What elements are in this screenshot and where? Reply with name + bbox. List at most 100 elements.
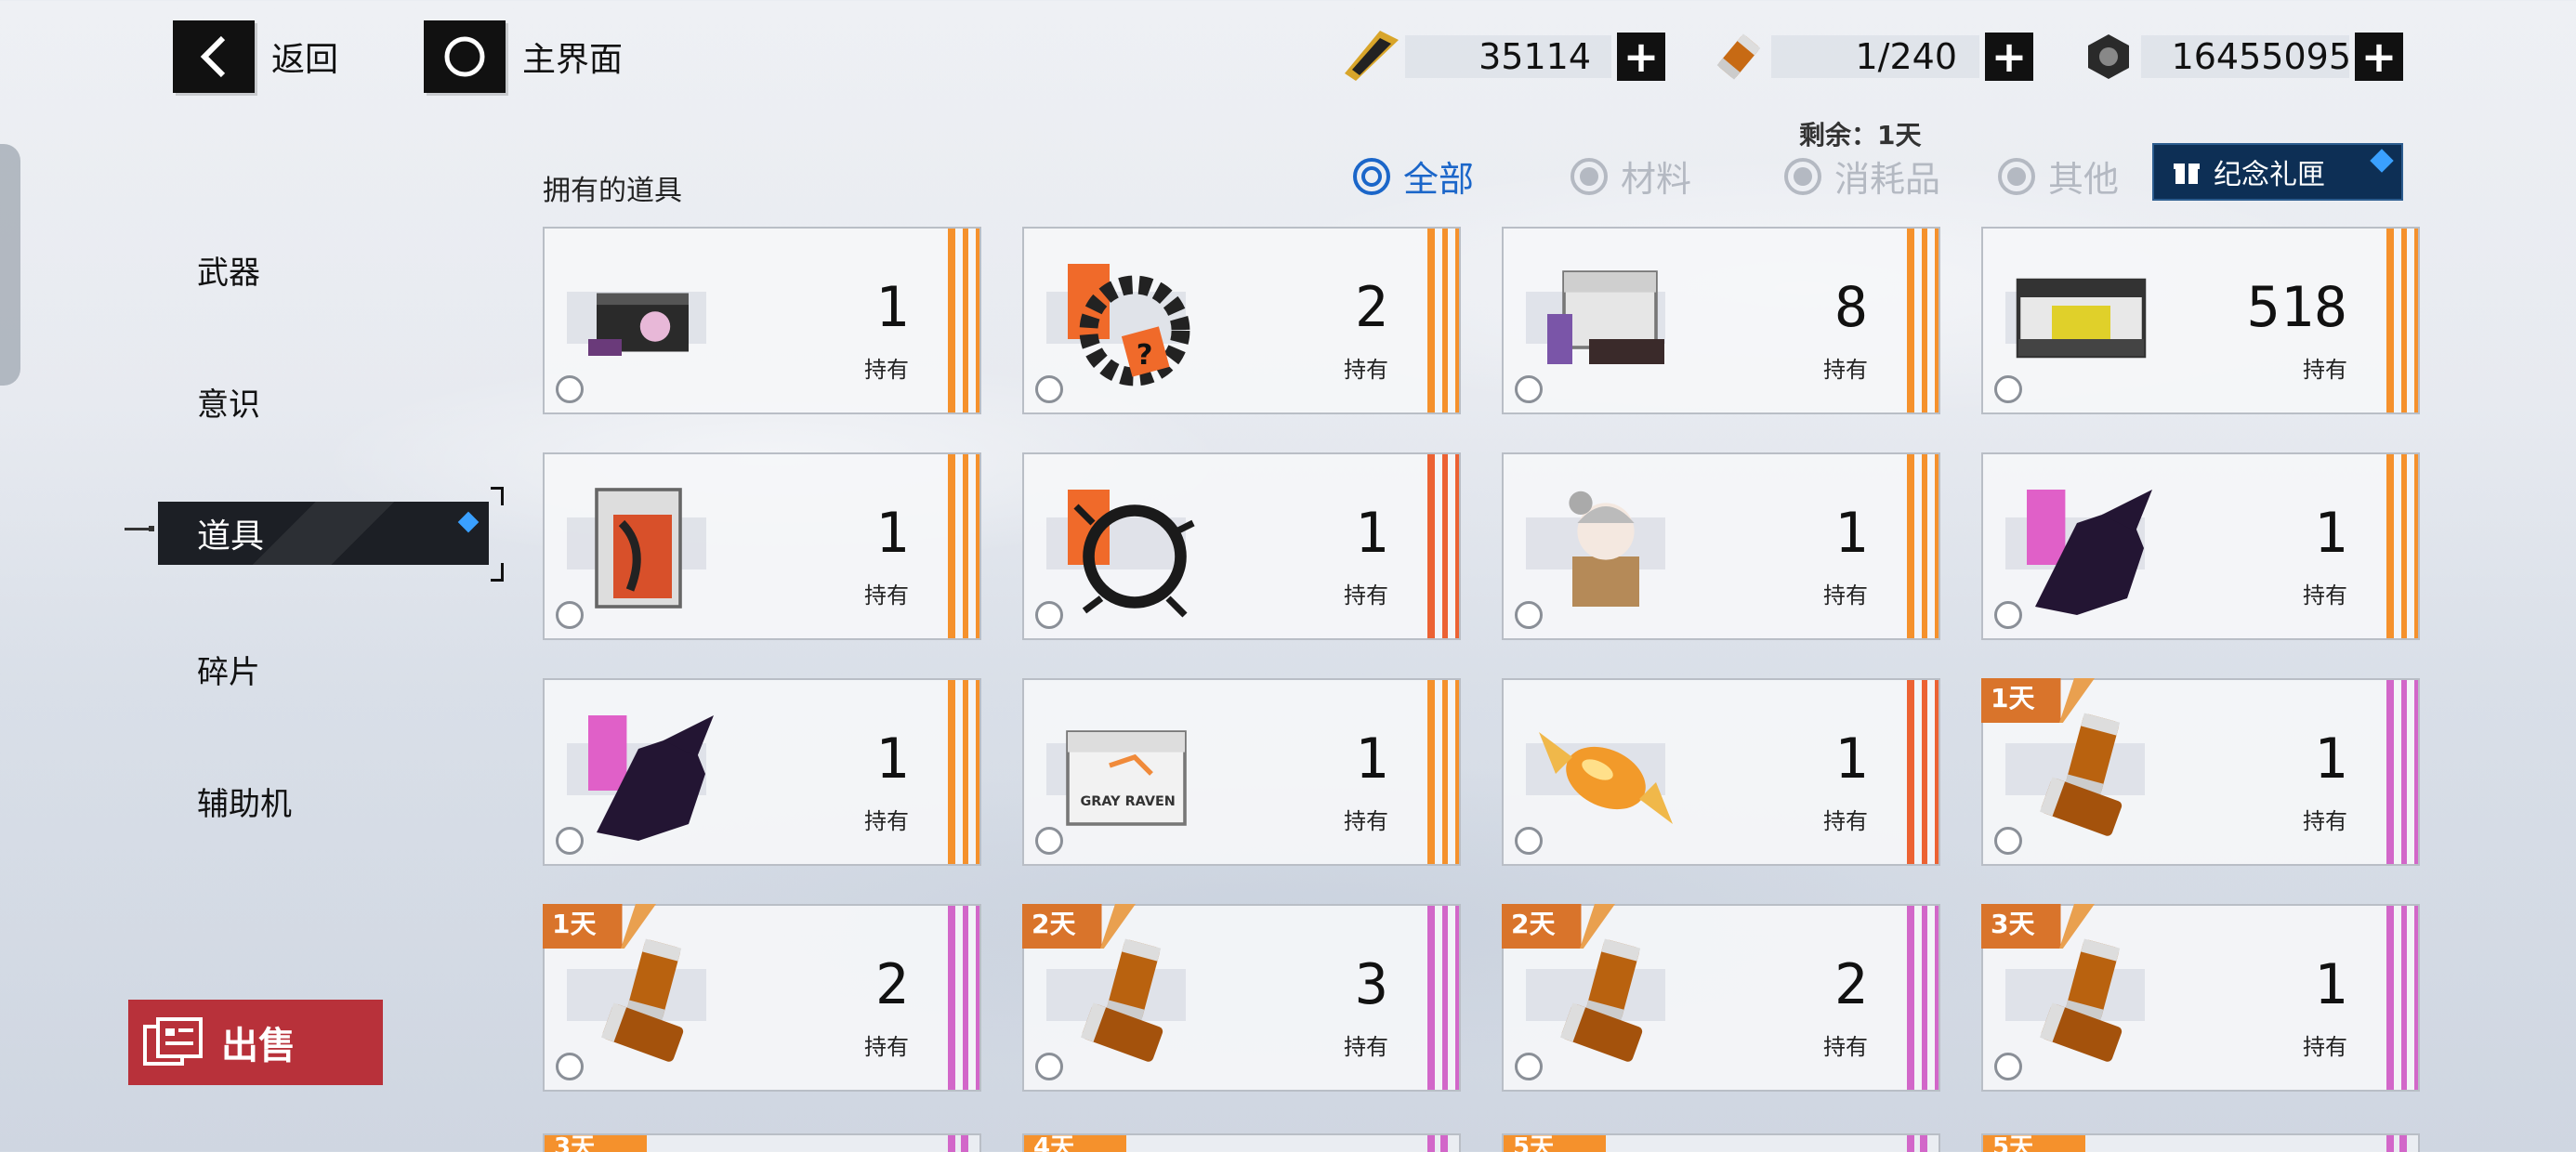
rarity-bar bbox=[963, 906, 968, 1090]
sidebar-item-label: 道具 bbox=[197, 517, 265, 556]
rarity-bar bbox=[963, 454, 968, 638]
item-card[interactable]: GRAY RAVEN 1 持有 bbox=[1022, 678, 1461, 866]
rarity-bar bbox=[1922, 229, 1927, 412]
filter-all[interactable]: 全部 bbox=[1353, 151, 1474, 202]
select-checkbox[interactable] bbox=[1515, 601, 1543, 629]
serum-can-icon bbox=[1706, 28, 1771, 85]
select-checkbox[interactable] bbox=[1035, 375, 1063, 403]
sell-button[interactable]: 出售 bbox=[128, 1000, 383, 1085]
radio-icon bbox=[1998, 157, 2035, 195]
rarity-bar bbox=[2386, 906, 2394, 1090]
item-card[interactable]: 1 持有 bbox=[543, 678, 981, 866]
rarity-bar bbox=[2414, 906, 2418, 1090]
select-checkbox[interactable] bbox=[1515, 375, 1543, 403]
rarity-bar bbox=[1442, 906, 1448, 1090]
item-card[interactable]: 1 持有 bbox=[1981, 452, 2420, 640]
add-gold-button[interactable]: + bbox=[1617, 33, 1665, 81]
item-card[interactable]: 8 持有 bbox=[1502, 227, 1940, 414]
filter-materials[interactable]: 材料 bbox=[1571, 151, 1691, 202]
select-checkbox[interactable] bbox=[556, 375, 584, 403]
item-count: 1 bbox=[2313, 727, 2347, 792]
rarity-bar bbox=[948, 906, 955, 1090]
rarity-bar bbox=[1427, 906, 1435, 1090]
owned-label: 持有 bbox=[1344, 357, 1388, 383]
new-diamond-icon bbox=[2370, 149, 2394, 173]
select-checkbox[interactable] bbox=[1515, 827, 1543, 855]
thorn-ring-icon bbox=[1068, 490, 1195, 618]
item-card[interactable]: 1 持有 bbox=[543, 227, 981, 414]
item-card[interactable]: 2 持有 2天 bbox=[1502, 904, 1940, 1092]
gift-icon bbox=[2174, 164, 2200, 184]
resource-serum: 1/240 + bbox=[1706, 28, 2035, 85]
item-count: 1 bbox=[874, 275, 909, 340]
owned-label: 持有 bbox=[864, 1034, 909, 1060]
rarity-bar bbox=[948, 229, 955, 412]
sidebar-item-weapons[interactable]: 武器 bbox=[197, 247, 260, 293]
weapon-crate-icon bbox=[1547, 270, 1664, 364]
filter-others[interactable]: 其他 bbox=[1998, 151, 2119, 202]
owned-label: 持有 bbox=[1344, 583, 1388, 609]
supply-crate-icon bbox=[588, 293, 689, 356]
sidebar-item-items[interactable]: 道具 bbox=[158, 502, 489, 565]
select-checkbox[interactable] bbox=[1994, 601, 2022, 629]
add-coin-button[interactable]: + bbox=[2355, 33, 2403, 81]
side-pull-tab[interactable] bbox=[0, 144, 20, 386]
item-card[interactable]: 3 持有 2天 bbox=[1022, 904, 1461, 1092]
red-crate-icon bbox=[595, 488, 682, 609]
chibi-box-icon bbox=[1569, 491, 1639, 607]
gift-box-button[interactable]: 纪念礼匣 bbox=[2152, 143, 2403, 201]
sidebar-item-memories[interactable]: 意识 bbox=[197, 379, 260, 425]
home-button[interactable]: 主界面 bbox=[424, 20, 623, 93]
radio-icon bbox=[1784, 157, 1821, 195]
select-checkbox[interactable] bbox=[1035, 1053, 1063, 1080]
select-checkbox[interactable] bbox=[1994, 827, 2022, 855]
item-card-partial[interactable]: 4天 bbox=[1022, 1133, 1461, 1152]
select-checkbox[interactable] bbox=[1994, 1053, 2022, 1080]
selection-bracket bbox=[491, 487, 504, 505]
add-serum-button[interactable]: + bbox=[1985, 33, 2033, 81]
item-card[interactable]: 1 持有 bbox=[1022, 452, 1461, 640]
rarity-bar bbox=[2414, 229, 2418, 412]
svg-text:GRAY RAVEN: GRAY RAVEN bbox=[1081, 794, 1176, 809]
item-card-partial[interactable]: 3天 bbox=[543, 1133, 981, 1152]
rarity-bar bbox=[976, 454, 979, 638]
sidebar-item-support[interactable]: 辅助机 bbox=[197, 779, 292, 824]
remaining-time: 剩余：1天 bbox=[1799, 120, 1922, 151]
item-card[interactable]: ? 2 持有 bbox=[1022, 227, 1461, 414]
filter-consumables[interactable]: 消耗品 bbox=[1784, 151, 1940, 202]
filter-label: 全部 bbox=[1403, 159, 1475, 200]
item-card-partial[interactable]: 5天 bbox=[1502, 1133, 1940, 1152]
rarity-bar bbox=[2414, 454, 2418, 638]
item-count: 1 bbox=[874, 727, 909, 792]
item-count: 1 bbox=[1833, 501, 1868, 566]
item-card[interactable]: 1 持有 3天 bbox=[1981, 904, 2420, 1092]
select-checkbox[interactable] bbox=[556, 1053, 584, 1080]
rarity-bar bbox=[976, 229, 979, 412]
item-card[interactable]: 1 持有 bbox=[1502, 678, 1940, 866]
rarity-bar bbox=[2414, 680, 2418, 864]
resource-gold: 35114 + bbox=[1340, 28, 1667, 85]
filter-label: 其他 bbox=[2048, 159, 2120, 200]
owned-label: 持有 bbox=[2303, 357, 2347, 383]
select-checkbox[interactable] bbox=[1035, 827, 1063, 855]
filter-label: 消耗品 bbox=[1834, 159, 1941, 200]
item-count: 1 bbox=[2313, 952, 2347, 1017]
select-checkbox[interactable] bbox=[1994, 375, 2022, 403]
owned-label: 持有 bbox=[1823, 357, 1868, 383]
rarity-bar bbox=[2386, 454, 2394, 638]
item-card[interactable]: 1 持有 bbox=[543, 452, 981, 640]
select-checkbox[interactable] bbox=[556, 827, 584, 855]
select-checkbox[interactable] bbox=[556, 601, 584, 629]
item-card[interactable]: 2 持有 1天 bbox=[543, 904, 981, 1092]
back-button[interactable]: 返回 bbox=[173, 20, 338, 93]
rarity-bar bbox=[1442, 680, 1448, 864]
item-card[interactable]: 518 持有 bbox=[1981, 227, 2420, 414]
item-card-partial[interactable]: 5天 bbox=[1981, 1133, 2420, 1152]
select-checkbox[interactable] bbox=[1035, 601, 1063, 629]
sidebar-item-fragments[interactable]: 碎片 bbox=[197, 647, 260, 692]
item-card[interactable]: 1 持有 bbox=[1502, 452, 1940, 640]
item-card[interactable]: 1 持有 1天 bbox=[1981, 678, 2420, 866]
rarity-bar bbox=[1935, 229, 1939, 412]
select-checkbox[interactable] bbox=[1515, 1053, 1543, 1080]
resource-value: 16455095 bbox=[2171, 36, 2351, 77]
